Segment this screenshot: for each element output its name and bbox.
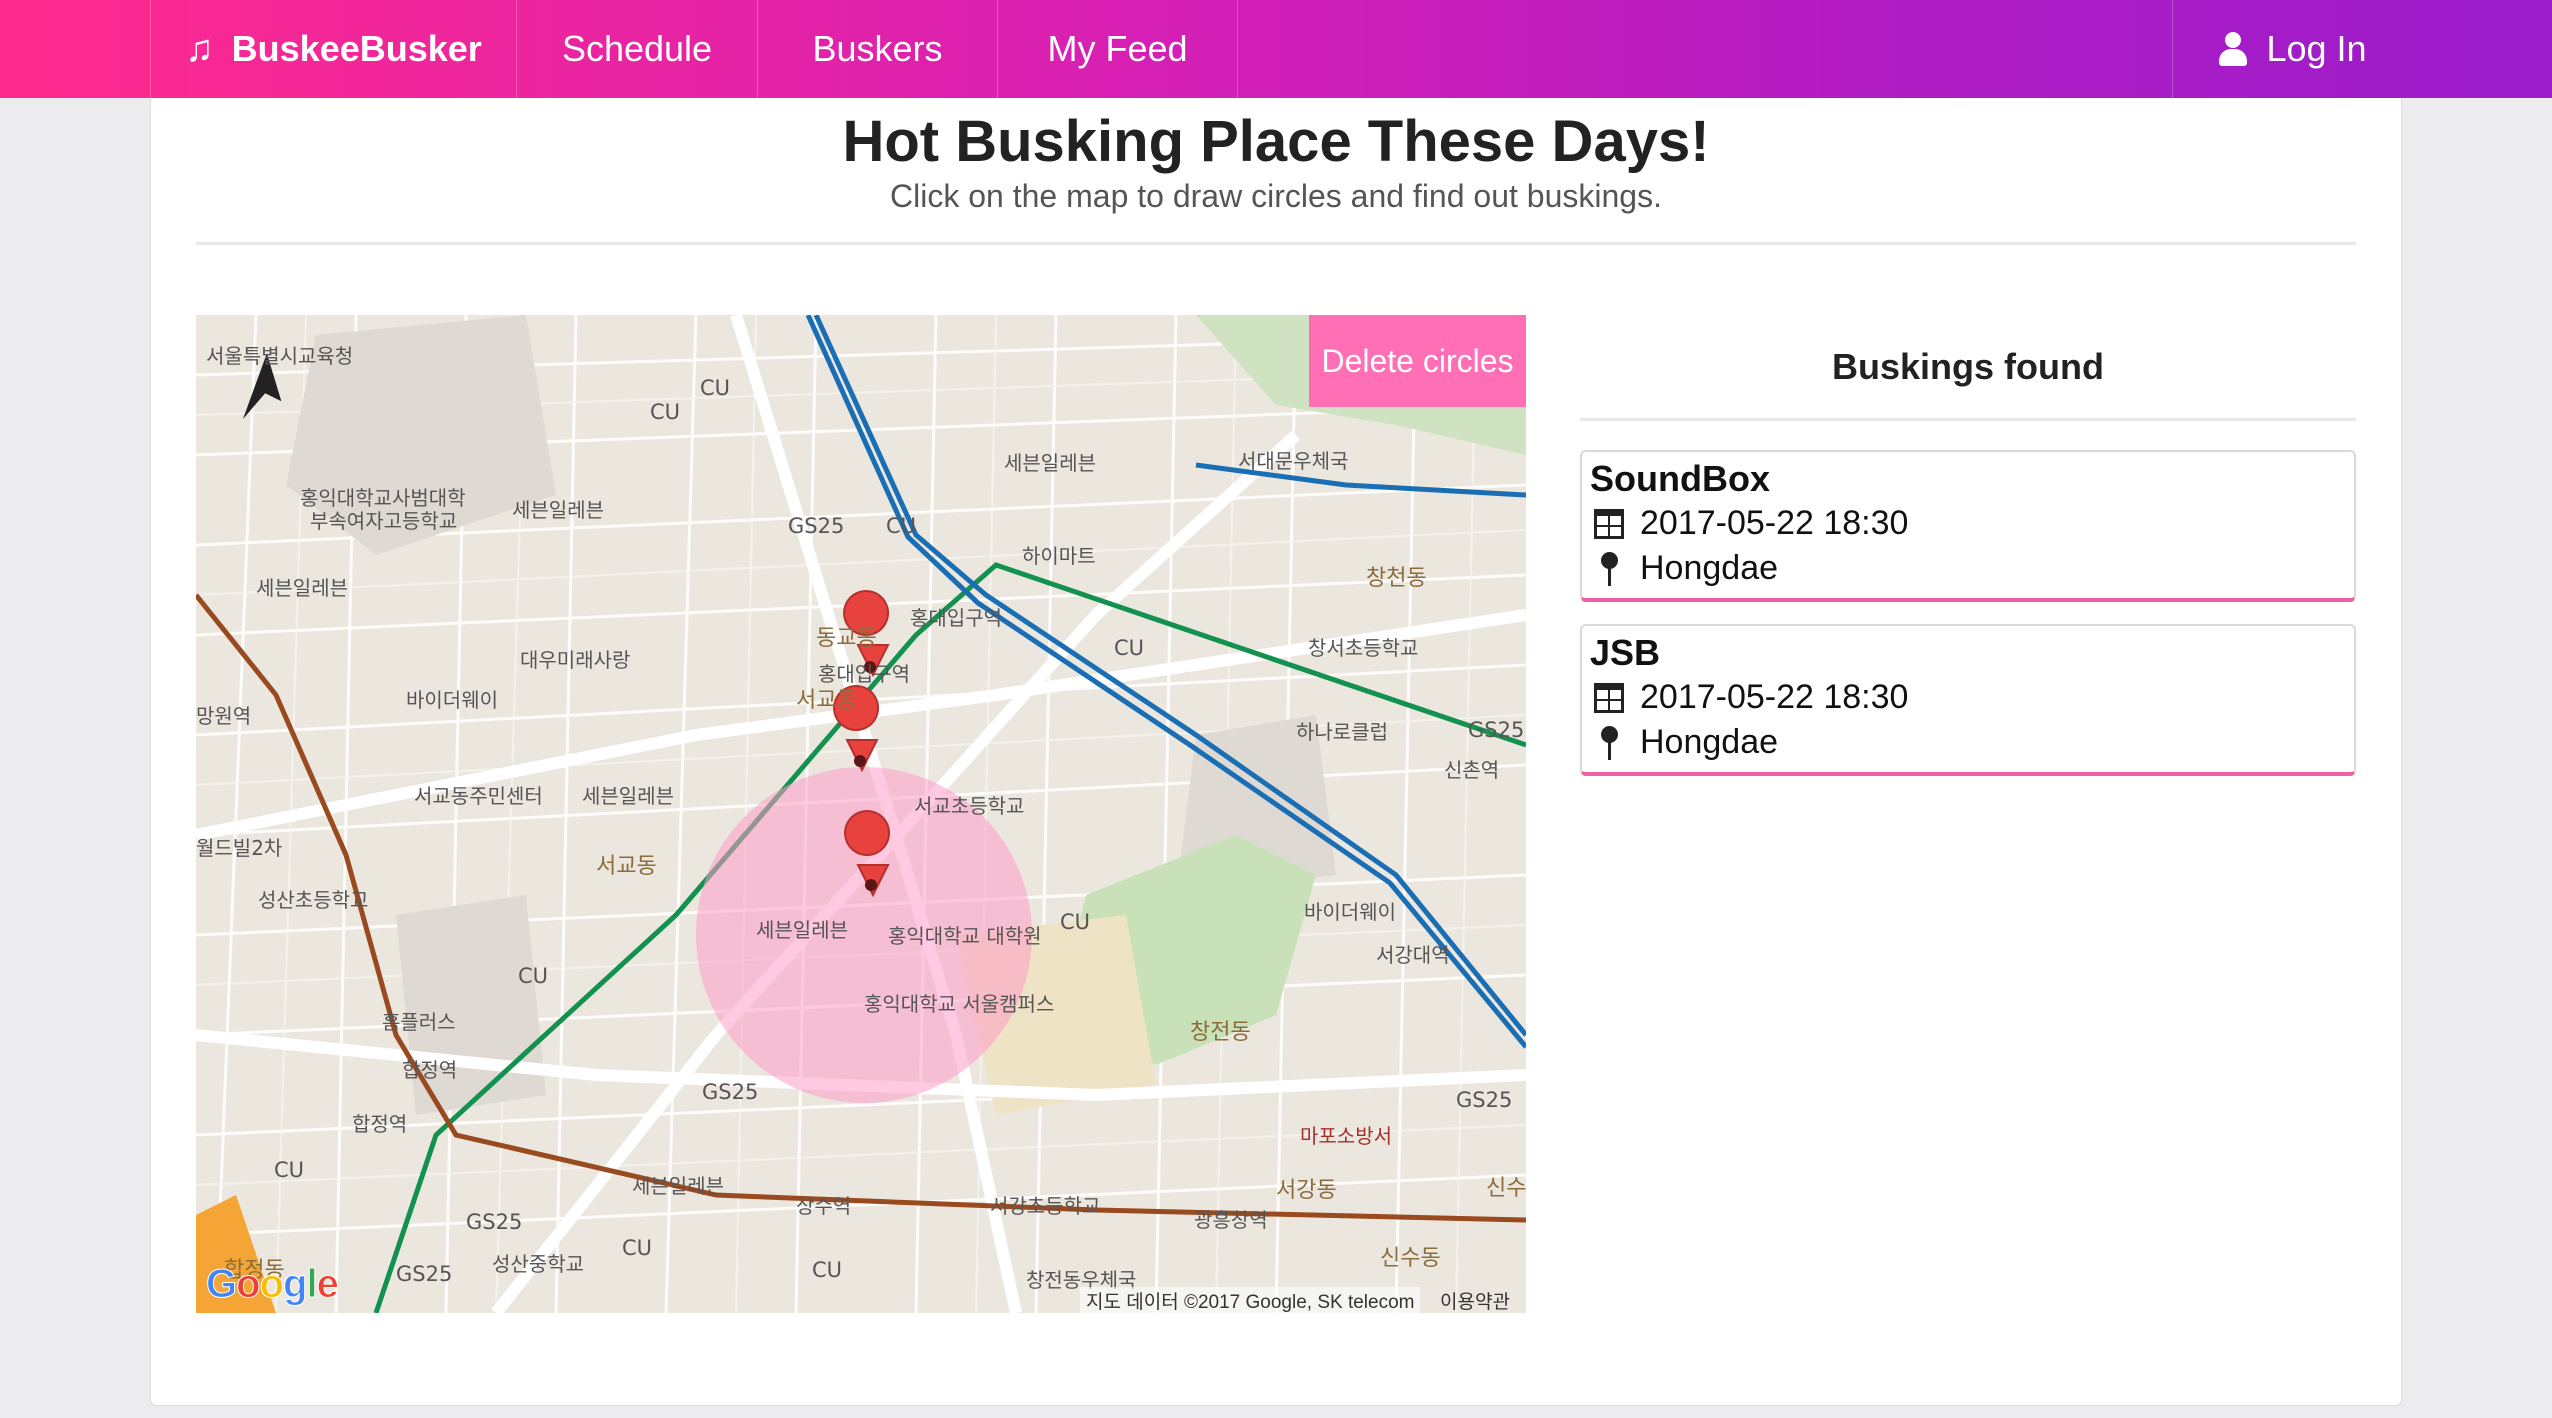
map-terms-link[interactable]: 이용약관 (1440, 1287, 1510, 1314)
nav-login[interactable]: Log In (2172, 0, 2412, 98)
svg-text:CU: CU (650, 400, 680, 424)
music-note-icon: ♫ (185, 27, 214, 70)
busking-name: SoundBox (1590, 458, 1770, 499)
svg-text:성산중학교: 성산중학교 (492, 1252, 584, 1276)
user-icon (2218, 32, 2248, 66)
page-title: Hot Busking Place These Days! (842, 109, 1710, 174)
svg-text:상수역: 상수역 (796, 1194, 851, 1218)
busking-date-row: 2017-05-22 18:30 (1590, 678, 1908, 717)
header-divider (196, 242, 2356, 245)
busking-place: Hongdae (1640, 723, 1779, 761)
nav-buskers[interactable]: Buskers (758, 0, 998, 98)
map-graphics: 서울특별시교육청 홍익대학교사범대학 부속여자고등학교 세븐일레븐 세븐일레븐 … (196, 315, 1526, 1313)
svg-text:세븐일레븐: 세븐일레븐 (756, 918, 848, 942)
svg-text:서강동: 서강동 (1276, 1178, 1337, 1203)
svg-text:월드빌2차: 월드빌2차 (196, 836, 282, 860)
map-pin-icon (1594, 551, 1624, 586)
svg-text:서강초등학교: 서강초등학교 (990, 1194, 1100, 1218)
busking-place-row: Hongdae (1590, 723, 1778, 762)
map-pin-icon (1594, 725, 1624, 760)
calendar-icon (1594, 682, 1624, 713)
svg-text:서교초등학교: 서교초등학교 (914, 794, 1024, 818)
svg-text:홍대입구역: 홍대입구역 (910, 606, 1002, 630)
svg-text:홍대입구역: 홍대입구역 (818, 662, 910, 686)
busking-card[interactable]: SoundBox 2017-05-22 18:30 Hongdae (1580, 450, 2356, 602)
svg-text:하나로클럽: 하나로클럽 (1296, 720, 1388, 744)
svg-text:바이더웨이: 바이더웨이 (1304, 900, 1396, 924)
svg-text:CU: CU (886, 514, 916, 538)
svg-text:홈플러스: 홈플러스 (382, 1010, 456, 1034)
svg-text:세븐일레븐: 세븐일레븐 (256, 576, 348, 600)
svg-text:서교동: 서교동 (796, 688, 857, 713)
svg-text:CU: CU (812, 1258, 842, 1282)
svg-text:서대문우체국: 서대문우체국 (1238, 449, 1348, 473)
svg-text:세븐일레븐: 세븐일레븐 (582, 784, 674, 808)
map-copyright: 지도 데이터 ©2017 Google, SK telecom (1080, 1287, 1421, 1314)
svg-text:GS25: GS25 (788, 514, 844, 538)
svg-text:창천동: 창천동 (1366, 566, 1427, 591)
calendar-icon (1594, 508, 1624, 539)
svg-text:신수: 신수 (1486, 1176, 1526, 1201)
busking-place-row: Hongdae (1590, 549, 1778, 588)
svg-text:서교동: 서교동 (596, 854, 657, 879)
svg-text:서교동주민센터: 서교동주민센터 (414, 784, 543, 808)
svg-text:합정역: 합정역 (352, 1112, 407, 1136)
svg-text:신수동: 신수동 (1380, 1246, 1441, 1271)
svg-text:CU: CU (700, 376, 730, 400)
svg-text:CU: CU (1060, 910, 1090, 934)
svg-text:창전동: 창전동 (1190, 1020, 1251, 1045)
busking-card[interactable]: JSB 2017-05-22 18:30 Hongdae (1580, 624, 2356, 776)
svg-text:마포소방서: 마포소방서 (1300, 1124, 1392, 1148)
svg-text:CU: CU (518, 964, 548, 988)
svg-text:GS25: GS25 (1456, 1088, 1512, 1112)
nav-my-feed[interactable]: My Feed (998, 0, 1238, 98)
google-logo: Google (205, 1262, 339, 1307)
busking-date: 2017-05-22 18:30 (1640, 678, 1909, 716)
svg-text:부속여자고등학교: 부속여자고등학교 (310, 509, 457, 533)
busking-name: JSB (1590, 632, 1661, 673)
delete-circles-button[interactable]: Delete circles (1309, 315, 1526, 407)
svg-text:창서초등학교: 창서초등학교 (1308, 636, 1418, 660)
brand-link[interactable]: ♫ BuskeeBusker (150, 0, 517, 98)
login-label: Log In (2266, 28, 2367, 69)
svg-text:GS25: GS25 (466, 1210, 522, 1234)
svg-text:광흥창역: 광흥창역 (1194, 1208, 1268, 1232)
results-title: Buskings found (1832, 346, 2104, 387)
svg-text:GS25: GS25 (396, 1262, 452, 1286)
svg-text:망원역: 망원역 (196, 704, 251, 728)
busking-date-row: 2017-05-22 18:30 (1590, 504, 1908, 543)
page-subtitle: Click on the map to draw circles and fin… (890, 178, 1662, 214)
svg-text:CU: CU (1114, 636, 1144, 660)
svg-text:홍익대학교 대학원: 홍익대학교 대학원 (888, 924, 1042, 948)
svg-text:동교동: 동교동 (816, 626, 877, 651)
busking-date: 2017-05-22 18:30 (1640, 504, 1909, 542)
svg-text:합정역: 합정역 (402, 1058, 457, 1082)
svg-text:서울특별시교육청: 서울특별시교육청 (206, 344, 353, 368)
svg-text:신촌역: 신촌역 (1444, 758, 1499, 782)
top-navbar: ♫ BuskeeBusker Schedule Buskers My Feed … (0, 0, 2552, 98)
svg-text:GS25: GS25 (702, 1080, 758, 1104)
svg-text:CU: CU (274, 1158, 304, 1182)
nav-schedule[interactable]: Schedule (517, 0, 758, 98)
busking-place: Hongdae (1640, 549, 1779, 587)
svg-text:세븐일레븐: 세븐일레븐 (512, 498, 604, 522)
map-canvas[interactable]: 서울특별시교육청 홍익대학교사범대학 부속여자고등학교 세븐일레븐 세븐일레븐 … (196, 315, 1526, 1313)
svg-text:서강대역: 서강대역 (1376, 943, 1450, 967)
svg-text:세븐일레븐: 세븐일레븐 (1004, 451, 1096, 475)
svg-text:바이더웨이: 바이더웨이 (406, 688, 498, 712)
brand-label: BuskeeBusker (231, 28, 482, 69)
svg-text:홍익대학교 서울캠퍼스: 홍익대학교 서울캠퍼스 (864, 992, 1054, 1016)
svg-text:하이마트: 하이마트 (1022, 544, 1096, 568)
svg-text:세븐일레븐: 세븐일레븐 (632, 1174, 724, 1198)
results-divider (1580, 418, 2356, 421)
svg-text:홍익대학교사범대학: 홍익대학교사범대학 (300, 486, 466, 510)
svg-text:성산초등학교: 성산초등학교 (258, 888, 368, 912)
svg-text:GS25: GS25 (1468, 718, 1524, 742)
svg-text:CU: CU (622, 1236, 652, 1260)
svg-text:대우미래사랑: 대우미래사랑 (520, 648, 630, 672)
